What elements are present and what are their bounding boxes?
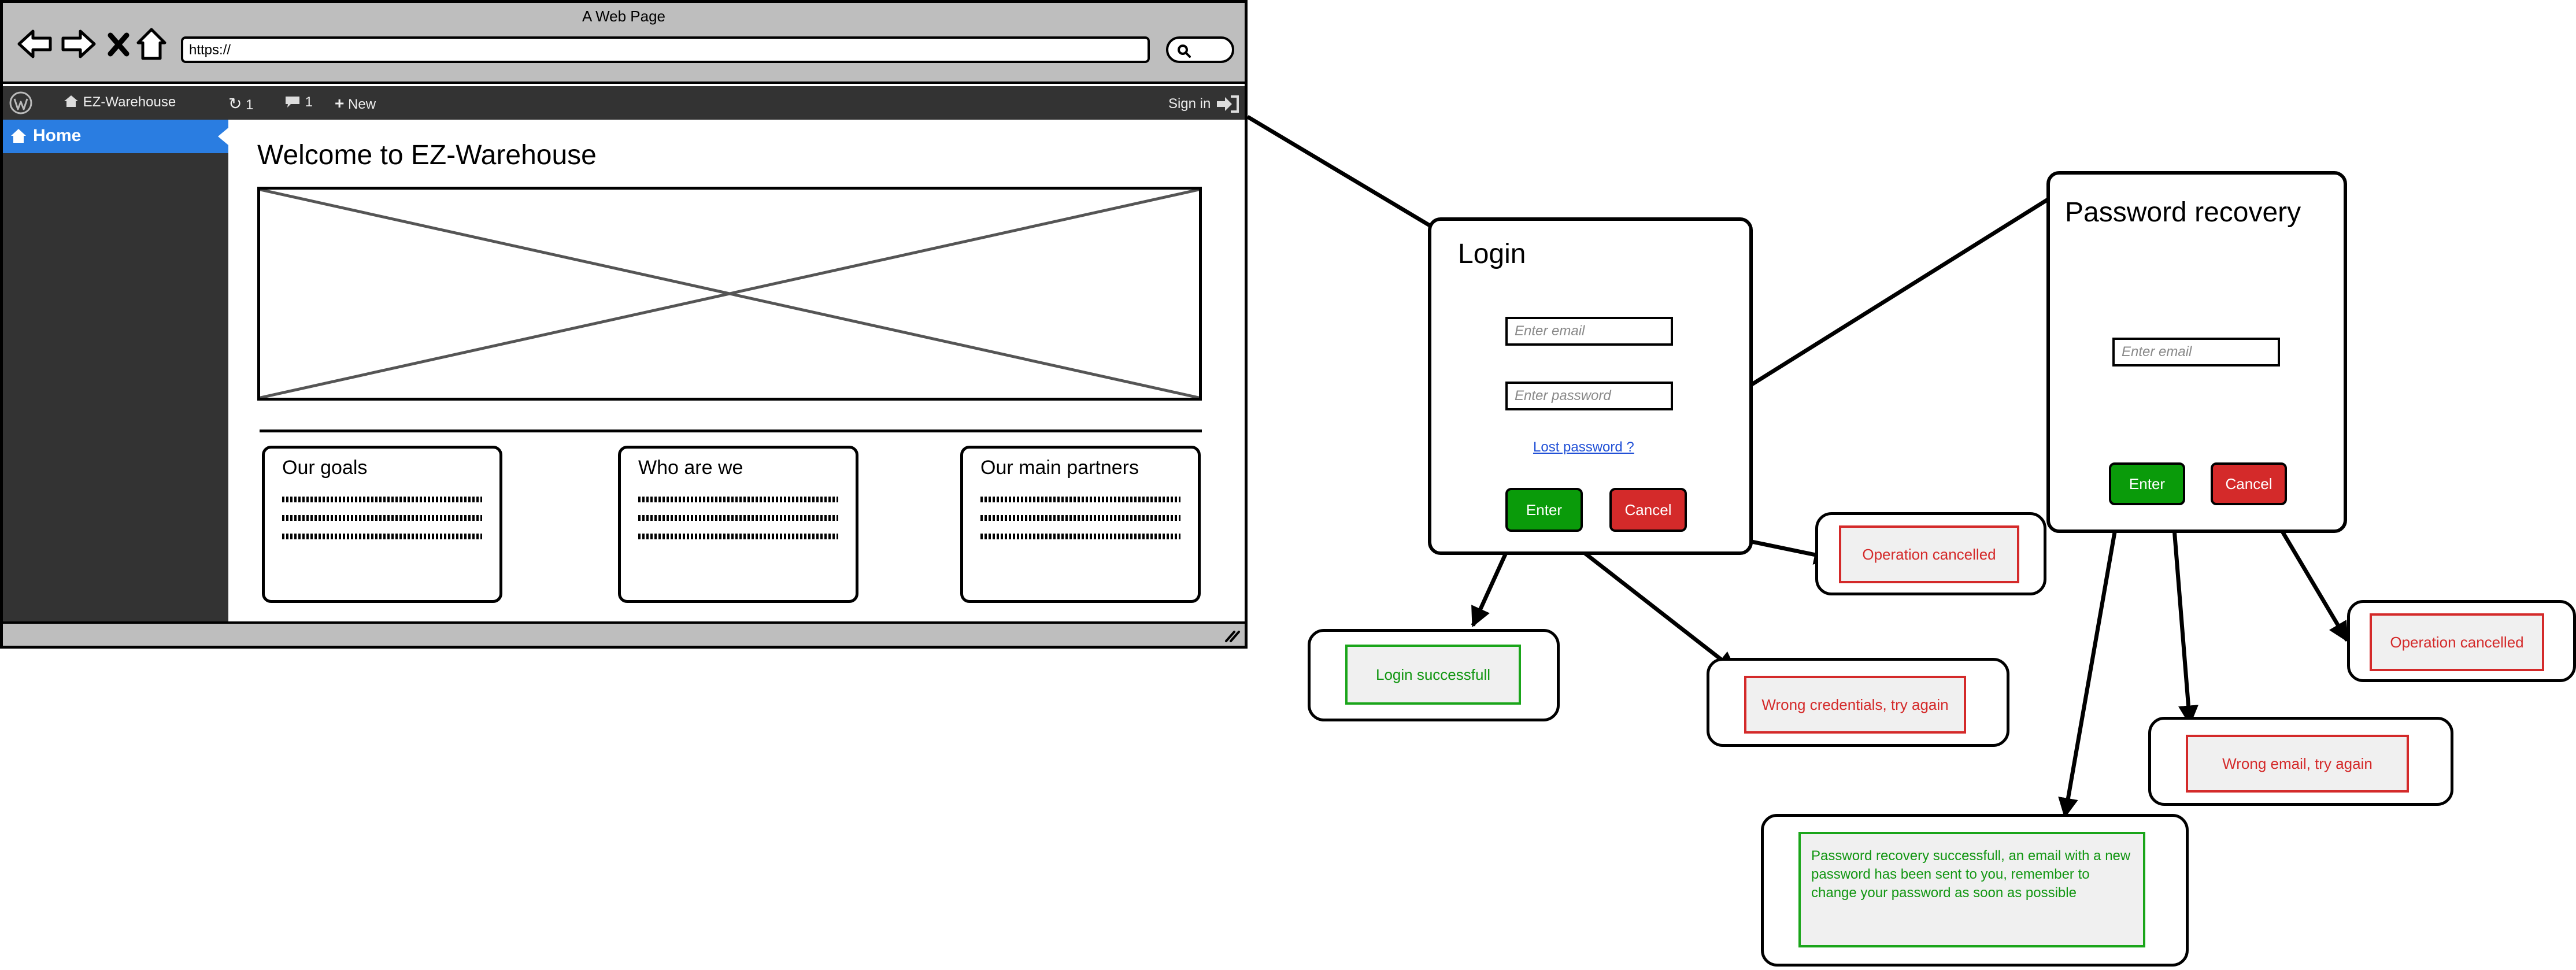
password-recovery-dialog: Password recovery Enter email Enter Canc… [2046,171,2347,533]
lost-password-link[interactable]: Lost password ? [1533,439,1634,456]
callout-wrong-email: Wrong email, try again [2148,717,2453,806]
callout-wrong-credentials: Wrong credentials, try again [1707,658,2009,747]
email-placeholder: Enter email [1515,323,1585,339]
email-placeholder: Enter email [2122,344,2192,360]
callout-recovery-cancelled: Operation cancelled [2347,600,2576,682]
arrow-sign-in-to-login [1246,114,1453,240]
recovery-cancelled-message: Operation cancelled [2370,613,2544,671]
callout-login-cancelled: Operation cancelled [1815,512,2046,595]
callout-recovery-success: Password recovery successfull, an email … [1761,814,2189,967]
arrow-recovery-enter-to-success [2058,492,2124,819]
login-email-field[interactable]: Enter email [1505,317,1673,346]
recovery-cancel-button[interactable]: Cancel [2211,462,2287,505]
login-title: Login [1458,239,1526,269]
password-placeholder: Enter password [1515,388,1611,403]
wrong-email-message: Wrong email, try again [2186,735,2409,793]
wrong-credentials-message: Wrong credentials, try again [1744,676,1966,734]
login-enter-button[interactable]: Enter [1505,488,1583,532]
recovery-email-field[interactable]: Enter email [2112,338,2280,366]
callout-login-success: Login successfull [1308,629,1560,721]
recovery-success-message: Password recovery successfull, an email … [1798,832,2145,947]
login-success-message: Login successfull [1345,645,1521,705]
recovery-title: Password recovery [2065,197,2301,228]
recovery-enter-button[interactable]: Enter [2109,462,2185,505]
login-cancel-button[interactable]: Cancel [1609,488,1687,532]
login-password-field[interactable]: Enter password [1505,382,1673,410]
login-cancelled-message: Operation cancelled [1839,525,2019,583]
login-dialog: Login Enter email Enter password Lost pa… [1428,217,1753,555]
